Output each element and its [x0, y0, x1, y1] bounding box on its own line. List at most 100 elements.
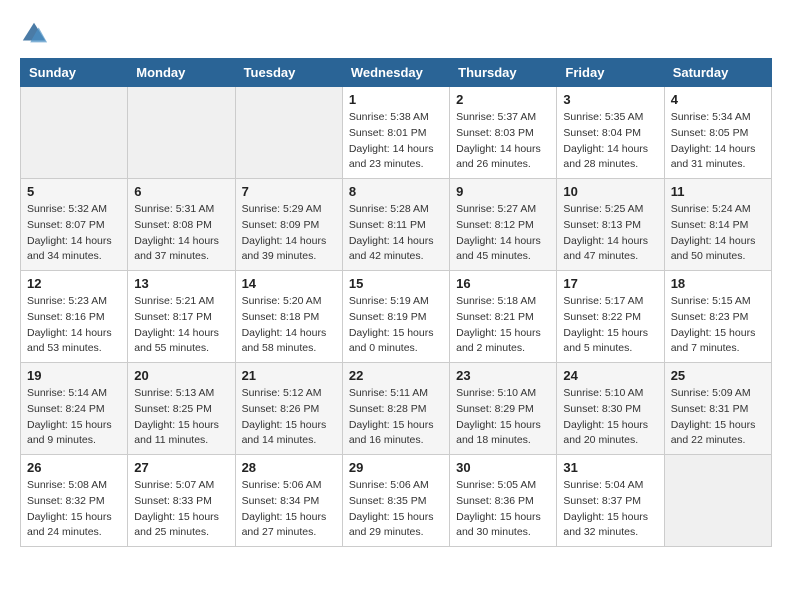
- day-info: Sunrise: 5:11 AM Sunset: 8:28 PM Dayligh…: [349, 386, 443, 449]
- day-info: Sunrise: 5:24 AM Sunset: 8:14 PM Dayligh…: [671, 202, 765, 265]
- calendar-cell: 17 Sunrise: 5:17 AM Sunset: 8:22 PM Dayli…: [557, 271, 664, 363]
- day-number: 21: [242, 368, 336, 383]
- calendar-cell: 4 Sunrise: 5:34 AM Sunset: 8:05 PM Daylig…: [664, 87, 771, 179]
- calendar-cell: 21 Sunrise: 5:12 AM Sunset: 8:26 PM Dayli…: [235, 363, 342, 455]
- day-number: 9: [456, 184, 550, 199]
- day-number: 8: [349, 184, 443, 199]
- day-number: 10: [563, 184, 657, 199]
- weekday-header: Thursday: [450, 59, 557, 87]
- calendar-cell: 23 Sunrise: 5:10 AM Sunset: 8:29 PM Dayli…: [450, 363, 557, 455]
- day-info: Sunrise: 5:19 AM Sunset: 8:19 PM Dayligh…: [349, 294, 443, 357]
- day-number: 18: [671, 276, 765, 291]
- day-info: Sunrise: 5:32 AM Sunset: 8:07 PM Dayligh…: [27, 202, 121, 265]
- day-number: 14: [242, 276, 336, 291]
- calendar-cell: 8 Sunrise: 5:28 AM Sunset: 8:11 PM Daylig…: [342, 179, 449, 271]
- day-info: Sunrise: 5:17 AM Sunset: 8:22 PM Dayligh…: [563, 294, 657, 357]
- calendar-cell: 22 Sunrise: 5:11 AM Sunset: 8:28 PM Dayli…: [342, 363, 449, 455]
- logo: [20, 20, 52, 48]
- day-number: 20: [134, 368, 228, 383]
- calendar-cell: [21, 87, 128, 179]
- day-number: 27: [134, 460, 228, 475]
- day-info: Sunrise: 5:23 AM Sunset: 8:16 PM Dayligh…: [27, 294, 121, 357]
- calendar-cell: 7 Sunrise: 5:29 AM Sunset: 8:09 PM Daylig…: [235, 179, 342, 271]
- day-info: Sunrise: 5:29 AM Sunset: 8:09 PM Dayligh…: [242, 202, 336, 265]
- calendar-cell: 3 Sunrise: 5:35 AM Sunset: 8:04 PM Daylig…: [557, 87, 664, 179]
- day-info: Sunrise: 5:13 AM Sunset: 8:25 PM Dayligh…: [134, 386, 228, 449]
- day-info: Sunrise: 5:09 AM Sunset: 8:31 PM Dayligh…: [671, 386, 765, 449]
- calendar-cell: 30Sunrise: 5:05 AM Sunset: 8:36 PM Dayli…: [450, 455, 557, 547]
- day-info: Sunrise: 5:15 AM Sunset: 8:23 PM Dayligh…: [671, 294, 765, 357]
- day-number: 30: [456, 460, 550, 475]
- calendar-cell: [664, 455, 771, 547]
- calendar-cell: 5 Sunrise: 5:32 AM Sunset: 8:07 PM Daylig…: [21, 179, 128, 271]
- weekday-header: Monday: [128, 59, 235, 87]
- day-number: 19: [27, 368, 121, 383]
- day-number: 31: [563, 460, 657, 475]
- calendar-cell: 13 Sunrise: 5:21 AM Sunset: 8:17 PM Dayli…: [128, 271, 235, 363]
- day-info: Sunrise: 5:31 AM Sunset: 8:08 PM Dayligh…: [134, 202, 228, 265]
- calendar-cell: 16 Sunrise: 5:18 AM Sunset: 8:21 PM Dayli…: [450, 271, 557, 363]
- day-info: Sunrise: 5:14 AM Sunset: 8:24 PM Dayligh…: [27, 386, 121, 449]
- day-info: Sunrise: 5:21 AM Sunset: 8:17 PM Dayligh…: [134, 294, 228, 357]
- day-number: 2: [456, 92, 550, 107]
- day-number: 7: [242, 184, 336, 199]
- weekday-header: Sunday: [21, 59, 128, 87]
- day-number: 22: [349, 368, 443, 383]
- day-info: Sunrise: 5:18 AM Sunset: 8:21 PM Dayligh…: [456, 294, 550, 357]
- day-number: 25: [671, 368, 765, 383]
- day-number: 5: [27, 184, 121, 199]
- calendar-cell: 11 Sunrise: 5:24 AM Sunset: 8:14 PM Dayli…: [664, 179, 771, 271]
- day-number: 4: [671, 92, 765, 107]
- day-info: Sunrise: 5:35 AM Sunset: 8:04 PM Dayligh…: [563, 110, 657, 173]
- calendar-cell: 19 Sunrise: 5:14 AM Sunset: 8:24 PM Dayli…: [21, 363, 128, 455]
- day-number: 24: [563, 368, 657, 383]
- day-info: Sunrise: 5:27 AM Sunset: 8:12 PM Dayligh…: [456, 202, 550, 265]
- day-info: Sunrise: 5:12 AM Sunset: 8:26 PM Dayligh…: [242, 386, 336, 449]
- calendar-table: SundayMondayTuesdayWednesdayThursdayFrid…: [20, 58, 772, 547]
- day-info: Sunrise: 5:34 AM Sunset: 8:05 PM Dayligh…: [671, 110, 765, 173]
- day-info: Sunrise: 5:06 AM Sunset: 8:35 PM Dayligh…: [349, 478, 443, 541]
- calendar-cell: 31 Sunrise: 5:04 AM Sunset: 8:37 PM Dayli…: [557, 455, 664, 547]
- day-number: 26: [27, 460, 121, 475]
- calendar-cell: 29 Sunrise: 5:06 AM Sunset: 8:35 PM Dayli…: [342, 455, 449, 547]
- calendar-cell: 12 Sunrise: 5:23 AM Sunset: 8:16 PM Dayli…: [21, 271, 128, 363]
- calendar-cell: [128, 87, 235, 179]
- day-number: 17: [563, 276, 657, 291]
- calendar-cell: 27 Sunrise: 5:07 AM Sunset: 8:33 PM Dayli…: [128, 455, 235, 547]
- day-info: Sunrise: 5:37 AM Sunset: 8:03 PM Dayligh…: [456, 110, 550, 173]
- day-number: 13: [134, 276, 228, 291]
- calendar-cell: 9 Sunrise: 5:27 AM Sunset: 8:12 PM Daylig…: [450, 179, 557, 271]
- day-info: Sunrise: 5:38 AM Sunset: 8:01 PM Dayligh…: [349, 110, 443, 173]
- day-info: Sunrise: 5:25 AM Sunset: 8:13 PM Dayligh…: [563, 202, 657, 265]
- day-info: Sunrise: 5:04 AM Sunset: 8:37 PM Dayligh…: [563, 478, 657, 541]
- day-info: Sunrise: 5:20 AM Sunset: 8:18 PM Dayligh…: [242, 294, 336, 357]
- day-number: 16: [456, 276, 550, 291]
- day-number: 11: [671, 184, 765, 199]
- day-number: 28: [242, 460, 336, 475]
- day-info: Sunrise: 5:28 AM Sunset: 8:11 PM Dayligh…: [349, 202, 443, 265]
- page-header: [20, 20, 772, 48]
- calendar-cell: 26 Sunrise: 5:08 AM Sunset: 8:32 PM Dayli…: [21, 455, 128, 547]
- weekday-header: Tuesday: [235, 59, 342, 87]
- day-info: Sunrise: 5:10 AM Sunset: 8:29 PM Dayligh…: [456, 386, 550, 449]
- day-number: 29: [349, 460, 443, 475]
- calendar-cell: 25 Sunrise: 5:09 AM Sunset: 8:31 PM Dayli…: [664, 363, 771, 455]
- day-info: Sunrise: 5:06 AM Sunset: 8:34 PM Dayligh…: [242, 478, 336, 541]
- day-number: 6: [134, 184, 228, 199]
- calendar-cell: 18 Sunrise: 5:15 AM Sunset: 8:23 PM Dayli…: [664, 271, 771, 363]
- day-number: 12: [27, 276, 121, 291]
- calendar-cell: 14 Sunrise: 5:20 AM Sunset: 8:18 PM Dayli…: [235, 271, 342, 363]
- day-info: Sunrise: 5:10 AM Sunset: 8:30 PM Dayligh…: [563, 386, 657, 449]
- day-info: Sunrise: 5:07 AM Sunset: 8:33 PM Dayligh…: [134, 478, 228, 541]
- day-number: 23: [456, 368, 550, 383]
- calendar-cell: 2 Sunrise: 5:37 AM Sunset: 8:03 PM Daylig…: [450, 87, 557, 179]
- weekday-header: Friday: [557, 59, 664, 87]
- weekday-header: Wednesday: [342, 59, 449, 87]
- calendar-cell: 1Sunrise: 5:38 AM Sunset: 8:01 PM Daylig…: [342, 87, 449, 179]
- logo-icon: [20, 20, 48, 48]
- day-number: 3: [563, 92, 657, 107]
- calendar-cell: 6 Sunrise: 5:31 AM Sunset: 8:08 PM Daylig…: [128, 179, 235, 271]
- calendar-cell: 24 Sunrise: 5:10 AM Sunset: 8:30 PM Dayli…: [557, 363, 664, 455]
- calendar-cell: 15Sunrise: 5:19 AM Sunset: 8:19 PM Dayli…: [342, 271, 449, 363]
- day-info: Sunrise: 5:08 AM Sunset: 8:32 PM Dayligh…: [27, 478, 121, 541]
